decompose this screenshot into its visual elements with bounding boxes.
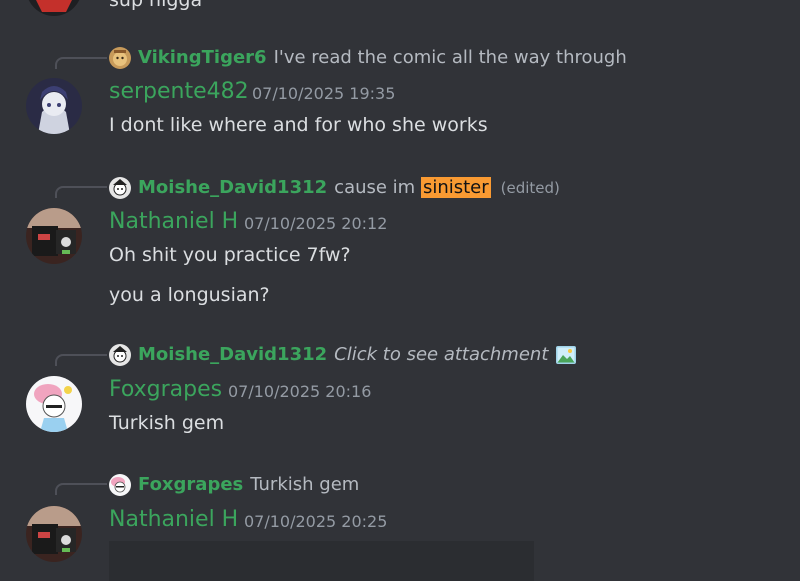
reply-text[interactable]: cause im sinister: [334, 177, 491, 199]
avatar[interactable]: [26, 78, 82, 134]
avatar[interactable]: [26, 208, 82, 264]
message-text: Oh shit you practice 7fw?: [109, 244, 351, 266]
message-text: you a longusian?: [109, 284, 270, 306]
reply-spine: [55, 57, 107, 69]
message-author[interactable]: Nathaniel H: [109, 208, 238, 236]
message-text: Turkish gem: [109, 412, 225, 434]
avatar[interactable]: [26, 376, 82, 432]
avatar: [109, 474, 131, 496]
reply-username[interactable]: VikingTiger6: [138, 47, 267, 69]
reply-text-prefix: cause im: [334, 177, 421, 198]
reply-spine: [55, 186, 107, 198]
edited-label: (edited): [500, 179, 560, 197]
message-text: sup nigga: [109, 0, 203, 11]
message-author[interactable]: Nathaniel H: [109, 506, 238, 534]
reply-spine: [55, 354, 107, 366]
message-timestamp: 07/10/2025 19:35: [252, 84, 396, 103]
avatar: [109, 47, 131, 69]
avatar[interactable]: [26, 0, 82, 16]
message-author[interactable]: serpente482: [109, 78, 249, 106]
highlighted-text: sinister: [420, 177, 491, 198]
reply-username[interactable]: Moishe_David1312: [138, 177, 327, 199]
chat-messages: sup nigga VikingTiger6 I've read the com…: [0, 0, 800, 581]
reply-username[interactable]: Moishe_David1312: [138, 344, 327, 366]
message-timestamp: 07/10/2025 20:12: [244, 214, 388, 233]
reply-text[interactable]: I've read the comic all the way through: [274, 47, 627, 69]
reply-text[interactable]: Click to see attachment: [334, 344, 548, 366]
reply-username[interactable]: Foxgrapes: [138, 474, 243, 496]
message-author[interactable]: Foxgrapes: [109, 376, 222, 404]
message-text: I dont like where and for who she works: [109, 114, 488, 136]
reply-spine: [55, 483, 107, 495]
reply-text[interactable]: Turkish gem: [250, 474, 359, 496]
avatar: [109, 177, 131, 199]
reply-preview[interactable]: Foxgrapes Turkish gem: [109, 474, 359, 496]
image-icon: [556, 346, 577, 364]
reply-preview[interactable]: VikingTiger6 I've read the comic all the…: [109, 47, 627, 69]
message-timestamp: 07/10/2025 20:25: [244, 512, 388, 531]
avatar[interactable]: [26, 506, 82, 562]
avatar: [109, 344, 131, 366]
message-timestamp: 07/10/2025 20:16: [228, 382, 372, 401]
reply-preview[interactable]: Moishe_David1312 Click to see attachment: [109, 344, 577, 366]
attachment-embed[interactable]: [109, 541, 534, 581]
reply-preview[interactable]: Moishe_David1312 cause im sinister (edit…: [109, 177, 560, 199]
